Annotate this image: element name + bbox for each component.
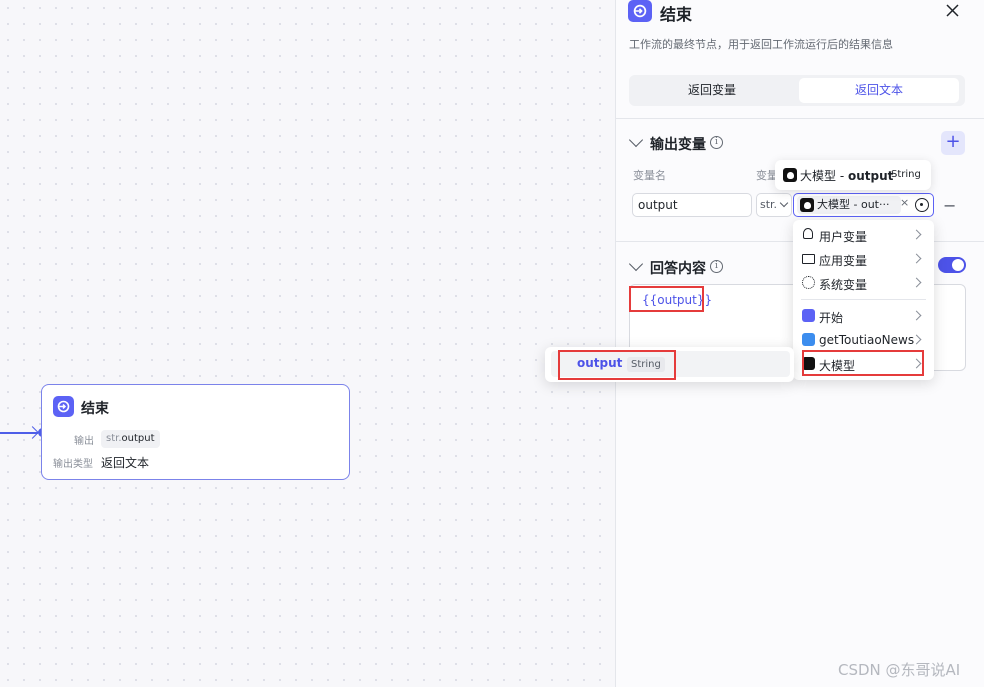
return-mode-tabs: 返回变量 返回文本 bbox=[629, 75, 965, 106]
folder-icon bbox=[802, 254, 815, 264]
variable-reference-field[interactable]: 大模型 - out··· × bbox=[793, 193, 934, 217]
chevron-right-icon bbox=[911, 229, 922, 240]
tooltip-text: 大模型 - output bbox=[800, 167, 893, 184]
chevron-down-icon bbox=[779, 198, 789, 208]
variable-type-value: str. bbox=[760, 198, 778, 211]
gear-icon bbox=[802, 276, 815, 289]
llm-output-submenu: output String bbox=[545, 347, 794, 382]
close-icon[interactable] bbox=[942, 0, 962, 20]
tab-return-variable[interactable]: 返回变量 bbox=[632, 78, 792, 103]
output-section-title: 输出变量 bbox=[650, 137, 706, 153]
variable-name-input[interactable] bbox=[632, 193, 752, 217]
tab-return-text[interactable]: 返回文本 bbox=[799, 78, 959, 103]
node-output-tag: str.output bbox=[101, 430, 160, 448]
plugin-icon bbox=[802, 333, 815, 346]
variable-source-menu: 用户变量 应用变量 系统变量 开始 getToutiaoNews 大模型 bbox=[793, 220, 934, 380]
info-icon[interactable]: i bbox=[710, 136, 723, 149]
answer-content-text: {{output}} bbox=[642, 293, 713, 307]
node-title: 结束 bbox=[81, 401, 109, 417]
node-output-tag-name: output bbox=[121, 433, 155, 444]
menu-item-system-variables[interactable]: 系统变量 bbox=[793, 272, 934, 294]
tooltip-source: 大模型 - bbox=[800, 169, 848, 183]
menu-item-llm-node[interactable]: 大模型 bbox=[793, 353, 934, 375]
info-icon[interactable]: i bbox=[710, 260, 723, 273]
chevron-right-icon bbox=[911, 310, 922, 321]
variable-type-select[interactable]: str. bbox=[756, 193, 792, 217]
watermark: CSDN @东哥说AI bbox=[838, 661, 961, 679]
menu-item-plugin-node[interactable]: getToutiaoNews bbox=[793, 329, 934, 351]
menu-item-label: getToutiaoNews bbox=[819, 333, 915, 347]
tooltip-type: String bbox=[891, 169, 921, 180]
panel-description: 工作流的最终节点，用于返回工作流运行后的结果信息 bbox=[629, 38, 893, 51]
node-output-label: 输出 bbox=[74, 436, 94, 447]
reference-chip: 大模型 - out··· bbox=[797, 196, 901, 214]
submenu-item-name: output bbox=[577, 356, 623, 370]
user-icon bbox=[803, 228, 813, 239]
tooltip-var: output bbox=[847, 169, 894, 183]
menu-item-label: 应用变量 bbox=[819, 254, 868, 268]
reference-chip-text: 大模型 - out··· bbox=[817, 198, 890, 211]
end-node-card[interactable]: 结束 输出 str.output 输出类型 返回文本 bbox=[41, 384, 350, 480]
menu-item-user-variables[interactable]: 用户变量 bbox=[793, 224, 934, 246]
answer-section-title: 回答内容 bbox=[650, 261, 706, 277]
col-variable-name: 变量名 bbox=[633, 169, 666, 182]
node-output-type-label: 输出类型 bbox=[53, 459, 93, 470]
model-icon bbox=[800, 198, 814, 212]
menu-item-label: 用户变量 bbox=[819, 230, 868, 244]
menu-item-label: 大模型 bbox=[819, 359, 856, 373]
menu-item-label: 系统变量 bbox=[819, 278, 868, 292]
answer-stream-toggle[interactable] bbox=[938, 257, 966, 273]
menu-item-start-node[interactable]: 开始 bbox=[793, 305, 934, 327]
panel-title: 结束 bbox=[660, 5, 693, 24]
collapse-chevron-icon[interactable] bbox=[628, 132, 644, 148]
submenu-item-type: String bbox=[627, 357, 665, 372]
chevron-right-icon bbox=[911, 358, 922, 369]
chevron-right-icon bbox=[911, 277, 922, 288]
start-node-icon bbox=[802, 309, 815, 322]
model-icon bbox=[783, 168, 797, 182]
model-icon bbox=[802, 357, 815, 370]
menu-item-label: 开始 bbox=[819, 311, 844, 325]
submenu-item-output[interactable]: output String bbox=[551, 351, 790, 377]
toggle-knob bbox=[952, 259, 964, 271]
edge-arrow-icon bbox=[26, 426, 39, 439]
remove-variable-button[interactable]: − bbox=[943, 196, 956, 215]
menu-separator bbox=[801, 299, 926, 300]
end-node-icon bbox=[628, 0, 652, 22]
node-output-tag-prefix: str. bbox=[106, 433, 122, 444]
node-output-type-value: 返回文本 bbox=[101, 456, 150, 470]
variable-picker-icon[interactable] bbox=[915, 198, 929, 212]
clear-reference-icon[interactable]: × bbox=[900, 196, 909, 209]
end-node-icon bbox=[53, 396, 74, 417]
collapse-chevron-icon[interactable] bbox=[628, 256, 644, 272]
menu-item-app-variables[interactable]: 应用变量 bbox=[793, 248, 934, 270]
section-divider bbox=[616, 118, 984, 119]
chevron-right-icon bbox=[911, 253, 922, 264]
reference-tooltip: 大模型 - output String bbox=[775, 160, 931, 190]
add-variable-button[interactable]: + bbox=[941, 131, 965, 155]
